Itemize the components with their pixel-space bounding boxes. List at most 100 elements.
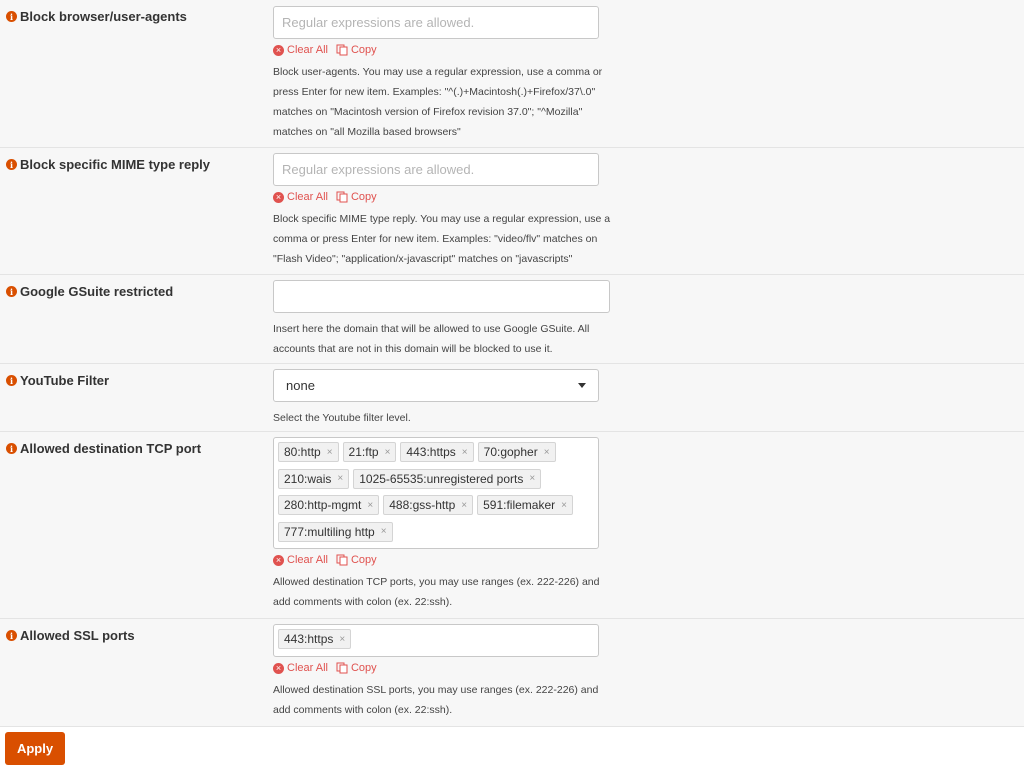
clear-all-link[interactable]: × Clear All [273, 44, 328, 56]
copy-text: Copy [350, 554, 377, 566]
mime-input[interactable] [273, 153, 599, 186]
label-text: YouTube Filter [20, 373, 110, 388]
tag-label: 280:http-mgmt [284, 498, 362, 512]
field-actions: × Clear All Copy [273, 44, 618, 56]
info-icon[interactable]: i [6, 375, 17, 386]
port-tag: 21:ftp × [342, 442, 397, 462]
field-ssl-ports: 443:https × × Clear All Copy Allowed dest… [273, 624, 618, 720]
info-icon[interactable]: i [6, 443, 17, 454]
remove-tag-icon[interactable]: × [544, 447, 550, 458]
tcp-ports-tag-input[interactable]: 80:http × 21:ftp × 443:https × 70:gopher × 210:w… [273, 437, 599, 549]
field-label: i Allowed destination TCP port [6, 441, 201, 456]
remove-tag-icon[interactable]: × [367, 500, 373, 511]
port-tag: 777:multiling http × [278, 521, 393, 542]
port-tag: 210:wais × [278, 468, 350, 489]
tag-label: 443:https [406, 445, 456, 459]
copy-icon [336, 662, 348, 674]
help-text: Select the Youtube filter level. [273, 412, 411, 424]
row-gsuite: i Google GSuite restricted Insert here t… [0, 275, 1024, 364]
port-tag: 591:filemaker × [477, 495, 573, 515]
label-text: Allowed destination TCP port [20, 441, 202, 456]
clear-all-link[interactable]: × Clear All [273, 662, 328, 674]
remove-tag-icon[interactable]: × [381, 526, 387, 537]
tag-label: 488:gss-http [389, 498, 456, 512]
tag-label: 443:https [284, 632, 334, 646]
youtube-filter-select[interactable]: none [273, 369, 599, 402]
field-youtube: none Select the Youtube filter level. [273, 369, 618, 428]
help-text: Allowed destination SSL ports, you may u… [273, 684, 599, 716]
field-label: i YouTube Filter [6, 373, 109, 388]
port-tag: 1025-65535:unregistered ports × [353, 468, 542, 489]
field-block-mime: × Clear All Copy Block specific MIME typ… [273, 153, 618, 269]
x-circle-icon: × [273, 44, 284, 56]
field-actions: × Clear All Copy [273, 662, 618, 674]
row-tcp-ports: i Allowed destination TCP port 80:http × 2… [0, 432, 1024, 619]
clear-all-text: Clear All [287, 44, 328, 56]
ssl-ports-tag-input[interactable]: 443:https × [273, 624, 599, 657]
remove-tag-icon[interactable]: × [385, 447, 391, 458]
clear-all-text: Clear All [287, 191, 328, 203]
copy-icon [336, 44, 348, 56]
remove-tag-icon[interactable]: × [327, 447, 333, 458]
copy-link[interactable]: Copy [336, 662, 377, 674]
tag-label: 70:gopher [483, 445, 538, 459]
field-label: i Allowed SSL ports [6, 628, 135, 643]
help-text: Allowed destination TCP ports, you may u… [273, 576, 600, 608]
tag-label: 1025-65535:unregistered ports [359, 471, 524, 486]
row-block-user-agents: i Block browser/user-agents × Clear All … [0, 0, 1024, 148]
tag-label: 210:wais [284, 471, 332, 486]
field-gsuite: Insert here the domain that will be allo… [273, 280, 618, 359]
copy-icon [336, 191, 348, 203]
field-actions: × Clear All Copy [273, 191, 618, 203]
copy-text: Copy [350, 191, 377, 203]
x-circle-icon: × [273, 662, 284, 674]
remove-tag-icon[interactable]: × [461, 500, 467, 511]
tag-label: 591:filemaker [483, 498, 556, 512]
label-text: Google GSuite restricted [20, 284, 174, 299]
help-text: Block user-agents. You may use a regular… [273, 66, 603, 138]
copy-text: Copy [350, 44, 377, 56]
port-tag: 80:http × [278, 442, 339, 462]
field-actions: × Clear All Copy [273, 554, 618, 566]
gsuite-domain-input[interactable] [273, 280, 610, 313]
field-label: i Google GSuite restricted [6, 284, 173, 299]
port-tag: 70:gopher × [477, 442, 556, 462]
port-tag: 443:https × [400, 442, 474, 462]
tag-label: 21:ftp [348, 445, 379, 459]
info-icon[interactable]: i [6, 159, 17, 170]
caret-down-icon [578, 383, 586, 388]
port-tag: 280:http-mgmt × [278, 495, 380, 515]
label-text: Allowed SSL ports [20, 628, 135, 643]
clear-all-text: Clear All [287, 662, 328, 674]
label-text: Block browser/user-agents [20, 9, 187, 24]
tag-label: 80:http [284, 445, 321, 459]
clear-all-text: Clear All [287, 554, 328, 566]
remove-tag-icon[interactable]: × [462, 447, 468, 458]
field-block-user-agents: × Clear All Copy Block user-agents. You … [273, 6, 618, 142]
copy-icon [336, 554, 348, 566]
help-text: Insert here the domain that will be allo… [273, 323, 590, 355]
port-tag: 443:https × [278, 629, 352, 649]
label-text: Block specific MIME type reply [20, 157, 211, 172]
row-ssl-ports: i Allowed SSL ports 443:https × × Clear A… [0, 619, 1024, 727]
x-circle-icon: × [273, 191, 284, 203]
field-label: i Block specific MIME type reply [6, 157, 210, 172]
apply-button[interactable]: Apply [5, 732, 65, 765]
info-icon[interactable]: i [6, 286, 17, 297]
help-text: Block specific MIME type reply. You may … [273, 213, 611, 265]
user-agents-input[interactable] [273, 6, 599, 39]
copy-link[interactable]: Copy [336, 44, 377, 56]
copy-link[interactable]: Copy [336, 554, 377, 566]
info-icon[interactable]: i [6, 630, 17, 641]
info-icon[interactable]: i [6, 11, 17, 22]
remove-tag-icon[interactable]: × [339, 634, 345, 645]
copy-link[interactable]: Copy [336, 191, 377, 203]
field-label: i Block browser/user-agents [6, 9, 187, 24]
remove-tag-icon[interactable]: × [561, 500, 567, 511]
clear-all-link[interactable]: × Clear All [273, 191, 328, 203]
x-circle-icon: × [273, 554, 284, 566]
clear-all-link[interactable]: × Clear All [273, 554, 328, 566]
tag-label: 777:multiling http [284, 524, 375, 539]
remove-tag-icon[interactable]: × [337, 473, 343, 484]
remove-tag-icon[interactable]: × [529, 473, 535, 484]
